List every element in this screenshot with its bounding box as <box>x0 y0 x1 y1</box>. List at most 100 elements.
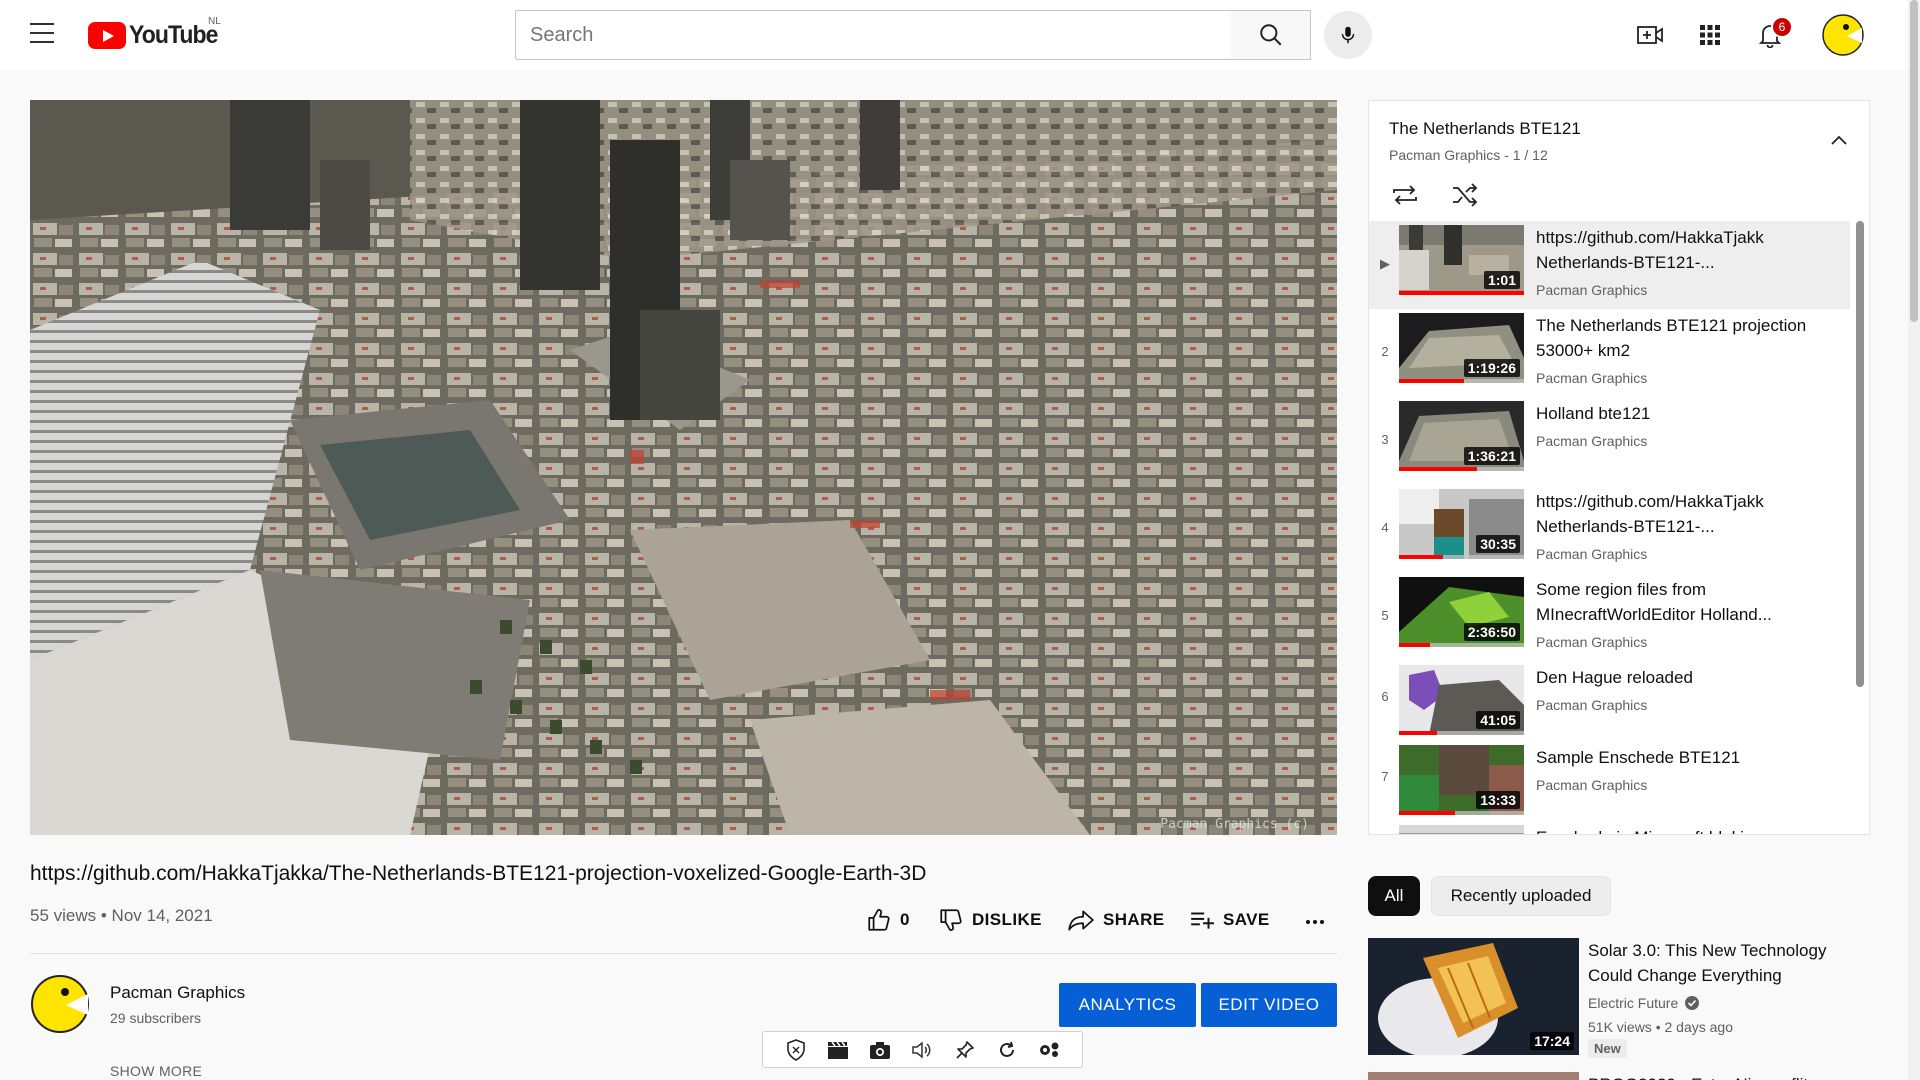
thumbs-down-icon <box>940 909 962 931</box>
recommended-title[interactable]: Solar 3.0: This New Technology Could Cha… <box>1588 938 1870 988</box>
create-video-button[interactable] <box>1635 20 1665 50</box>
playlist-item-title: The Netherlands BTE121 projection 53000+… <box>1536 316 1807 360</box>
share-label: SHARE <box>1103 910 1165 929</box>
page-scroll-thumb[interactable] <box>1910 0 1918 322</box>
playlist-item[interactable]: 3 1:36:21 Holland bte121 Pacman Graphics <box>1369 397 1850 485</box>
show-more-link[interactable]: SHOW MORE <box>110 1063 202 1079</box>
playlist-item-channel: Pacman Graphics <box>1536 370 1648 386</box>
video-frame <box>30 100 1337 835</box>
playlist-thumbnail: 2:36:50 <box>1399 577 1524 647</box>
account-avatar[interactable] <box>1822 14 1864 56</box>
chip-recently-uploaded[interactable]: Recently uploaded <box>1431 876 1611 916</box>
dislike-button[interactable]: DISLIKE <box>938 905 1042 935</box>
duration-badge: 41:05 <box>1476 711 1520 729</box>
recommended-thumbnail[interactable] <box>1368 1072 1579 1080</box>
save-button[interactable]: SAVE <box>1189 905 1270 935</box>
playlist-item[interactable]: 7 13:33 Sample Enschede BTE121 Pacman Gr… <box>1369 741 1850 829</box>
clapperboard-icon[interactable] <box>826 1038 850 1062</box>
page-scrollbar[interactable] <box>1908 0 1920 1080</box>
playlist-item-index: ▶ <box>1380 256 1390 271</box>
duration-badge: 17:24 <box>1530 1032 1574 1050</box>
voice-search-button[interactable] <box>1324 11 1372 59</box>
save-label: SAVE <box>1223 910 1270 929</box>
chip-all[interactable]: All <box>1368 876 1420 916</box>
camera-icon[interactable] <box>868 1038 892 1062</box>
video-meta: 55 views • Nov 14, 2021 <box>30 906 213 925</box>
channel-subscribers: 29 subscribers <box>110 1010 202 1026</box>
playlist-thumbnail: 1:36:21 <box>1399 401 1524 471</box>
notification-badge: 6 <box>1771 16 1793 38</box>
playlist-item-title: Holland bte121 <box>1536 404 1651 423</box>
top-bar: YouTube NL 6 <box>0 0 1908 70</box>
more-horizontal-icon <box>1306 920 1324 924</box>
settings-cogs-icon[interactable] <box>1037 1038 1061 1062</box>
share-icon <box>1068 910 1094 931</box>
recommended-title[interactable]: PROG2020 - Extra Nieuwsflits <box>1588 1072 1870 1080</box>
like-count: 0 <box>900 910 910 929</box>
playlist-item-title: Some region files from MInecraftWorldEdi… <box>1536 580 1772 624</box>
playlist-items: ▶ 1:01 https://github.com/HakkaTjakk Net… <box>1369 219 1857 834</box>
playlist-title[interactable]: The Netherlands BTE121 <box>1389 119 1581 139</box>
playlist-subtitle: Pacman Graphics - 1 / 12 <box>1389 147 1548 163</box>
new-badge: New <box>1588 1039 1627 1058</box>
playlist-item-title: https://github.com/HakkaTjakk Netherland… <box>1536 492 1764 536</box>
mic-icon <box>1341 26 1355 44</box>
loop-playlist-button[interactable] <box>1389 179 1421 211</box>
playlist-item-channel: Pacman Graphics <box>1536 433 1648 449</box>
playlist-thumbnail: 13:33 <box>1399 745 1524 815</box>
playlist-item[interactable]: 4 30:35 https://github.com/HakkaTjakk Ne… <box>1369 485 1850 573</box>
recommended-thumbnail[interactable]: 17:24 <box>1368 938 1579 1055</box>
duration-badge: 1:19:26 <box>1463 359 1520 377</box>
playlist-item-title: Den Hague reloaded <box>1536 668 1693 687</box>
playlist-thumbnail <box>1399 825 1524 834</box>
playlist-item[interactable]: ▶ 1:01 https://github.com/HakkaTjakk Net… <box>1369 221 1850 309</box>
shuffle-playlist-button[interactable] <box>1449 179 1481 211</box>
duration-badge: 30:35 <box>1476 535 1520 553</box>
like-button[interactable]: 0 <box>866 905 910 935</box>
playlist-item[interactable]: 2 1:19:26 The Netherlands BTE121 project… <box>1369 309 1850 397</box>
apps-button[interactable] <box>1695 20 1725 50</box>
youtube-logo[interactable]: YouTube NL <box>88 16 225 50</box>
search-button[interactable] <box>1231 10 1311 60</box>
dislike-label: DISLIKE <box>972 910 1042 929</box>
playlist-item-index: 2 <box>1381 344 1389 359</box>
video-title: https://github.com/HakkaTjakka/The-Nethe… <box>30 862 927 885</box>
playlist-item-channel: Pacman Graphics <box>1536 697 1648 713</box>
search-box <box>515 10 1232 60</box>
channel-name[interactable]: Pacman Graphics <box>110 983 245 1003</box>
watch-progress <box>1399 555 1443 559</box>
playlist-item[interactable]: Enschede in Minecraft blokies. <box>1369 821 1850 834</box>
shield-icon[interactable] <box>784 1038 808 1062</box>
menu-icon[interactable] <box>30 23 60 47</box>
playlist-item[interactable]: 6 41:05 Den Hague reloaded Pacman Graphi… <box>1369 661 1850 749</box>
create-video-icon <box>1637 26 1663 44</box>
playlist-thumbnail: 1:01 <box>1399 225 1524 295</box>
search-input[interactable] <box>516 11 1231 59</box>
share-button[interactable]: SHARE <box>1067 905 1165 935</box>
video-player[interactable]: Pacman Graphics (c) <box>30 100 1337 835</box>
playlist-scrollbar[interactable] <box>1856 221 1864 687</box>
recommended-views: 51K views • 2 days ago <box>1588 1019 1733 1035</box>
watch-progress <box>1399 731 1437 735</box>
playlist-thumbnail: 1:19:26 <box>1399 313 1524 383</box>
duration-badge: 1:01 <box>1483 271 1520 289</box>
channel-avatar[interactable] <box>30 974 90 1034</box>
analytics-button[interactable]: ANALYTICS <box>1059 983 1196 1027</box>
reload-icon[interactable] <box>995 1038 1019 1062</box>
collapse-playlist-button[interactable] <box>1827 129 1851 153</box>
duration-badge: 1:36:21 <box>1463 447 1520 465</box>
pin-icon[interactable] <box>953 1038 977 1062</box>
playlist-item-title: https://github.com/HakkaTjakk Netherland… <box>1536 228 1764 272</box>
playlist-item-channel: Pacman Graphics <box>1536 282 1648 298</box>
playlist-item-index: 5 <box>1381 608 1389 623</box>
edit-video-button[interactable]: EDIT VIDEO <box>1201 983 1337 1027</box>
playlist-panel: The Netherlands BTE121 Pacman Graphics -… <box>1368 100 1870 835</box>
verified-check-icon <box>1685 996 1700 1010</box>
save-playlist-icon <box>1191 912 1214 929</box>
recommended-channel[interactable]: Electric Future <box>1588 995 1700 1011</box>
volume-icon[interactable] <box>910 1038 934 1062</box>
playlist-item[interactable]: 5 2:36:50 Some region files from MInecra… <box>1369 573 1850 661</box>
thumbs-up-icon <box>868 909 890 931</box>
pacman-channel-icon <box>31 975 89 1033</box>
more-actions-button[interactable] <box>1303 905 1327 935</box>
